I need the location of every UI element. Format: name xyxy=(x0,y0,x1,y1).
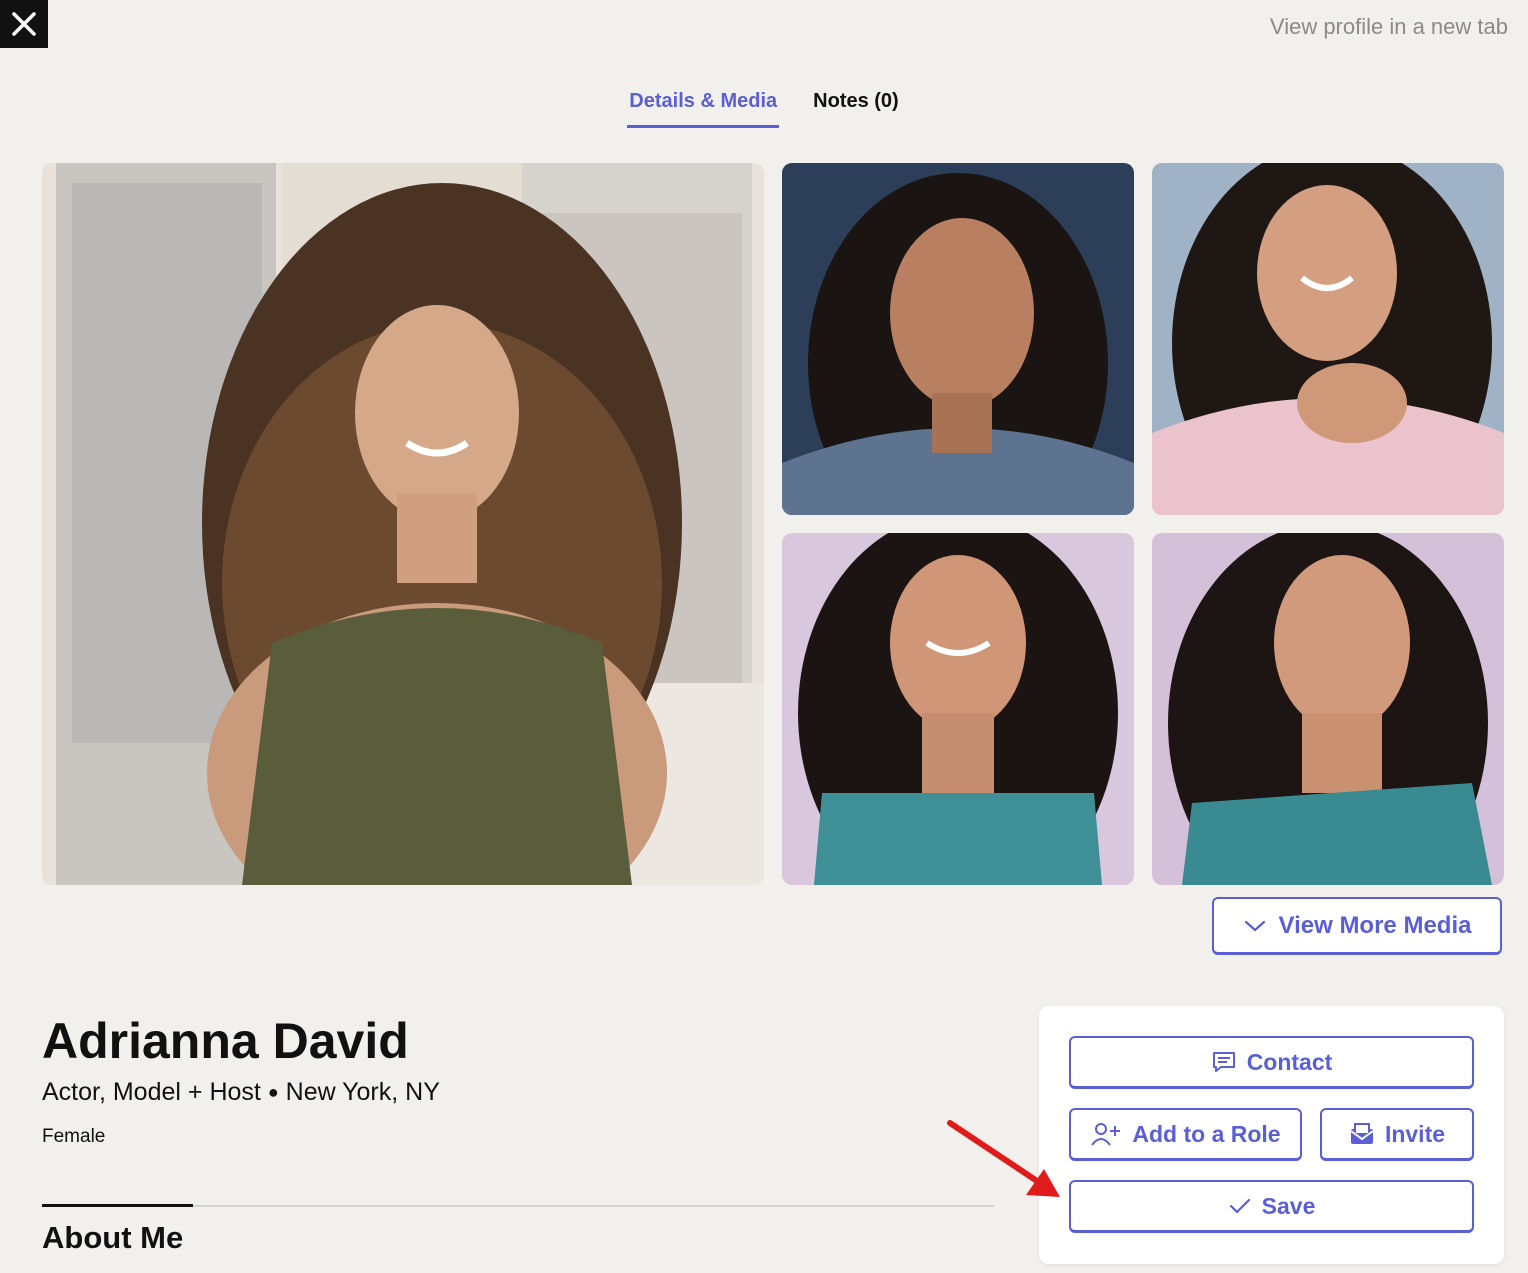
view-more-media-button[interactable]: View More Media xyxy=(1212,897,1502,955)
message-icon xyxy=(1212,1052,1235,1072)
profile-location: New York, NY xyxy=(285,1078,440,1106)
close-icon xyxy=(12,12,36,36)
section-divider-highlight xyxy=(42,1204,193,1207)
separator-dot: ● xyxy=(267,1082,279,1102)
main-photo[interactable] xyxy=(42,163,764,885)
photo-thumbnail[interactable] xyxy=(782,163,1134,515)
contact-label: Contact xyxy=(1246,1048,1333,1075)
photo-thumbnail[interactable] xyxy=(1152,533,1504,885)
tab-details-media[interactable]: Details & Media xyxy=(627,86,780,128)
check-icon xyxy=(1229,1198,1250,1214)
invite-label: Invite xyxy=(1384,1120,1446,1147)
view-profile-new-tab-link[interactable]: View profile in a new tab xyxy=(1270,14,1508,40)
profile-gender: Female xyxy=(42,1126,106,1147)
photo-thumbnail[interactable] xyxy=(1152,163,1504,515)
tab-notes[interactable]: Notes (0) xyxy=(811,86,901,128)
profile-subtitle: Actor, Model + Host ● New York, NY xyxy=(42,1078,440,1107)
annotation-arrow-icon xyxy=(947,1120,1060,1197)
profile-name: Adrianna David xyxy=(42,1013,409,1069)
tab-bar: Details & Media Notes (0) xyxy=(0,86,1528,128)
profile-roles: Actor, Model + Host xyxy=(42,1078,261,1106)
save-button[interactable]: Save xyxy=(1069,1180,1474,1233)
add-to-role-label: Add to a Role xyxy=(1132,1120,1281,1147)
save-label: Save xyxy=(1261,1192,1316,1219)
chevron-down-icon xyxy=(1244,920,1265,931)
close-button[interactable] xyxy=(0,0,48,48)
envelope-icon xyxy=(1350,1123,1374,1144)
add-to-role-button[interactable]: Add to a Role xyxy=(1069,1108,1302,1161)
add-user-icon xyxy=(1091,1123,1121,1146)
photo-thumbnail[interactable] xyxy=(782,533,1134,885)
invite-button[interactable]: Invite xyxy=(1320,1108,1474,1161)
about-me-heading: About Me xyxy=(42,1220,184,1255)
contact-button[interactable]: Contact xyxy=(1069,1036,1474,1089)
view-more-media-label: View More Media xyxy=(1278,911,1472,939)
action-card: Contact Add to a Role Invite Save xyxy=(1039,1006,1504,1264)
